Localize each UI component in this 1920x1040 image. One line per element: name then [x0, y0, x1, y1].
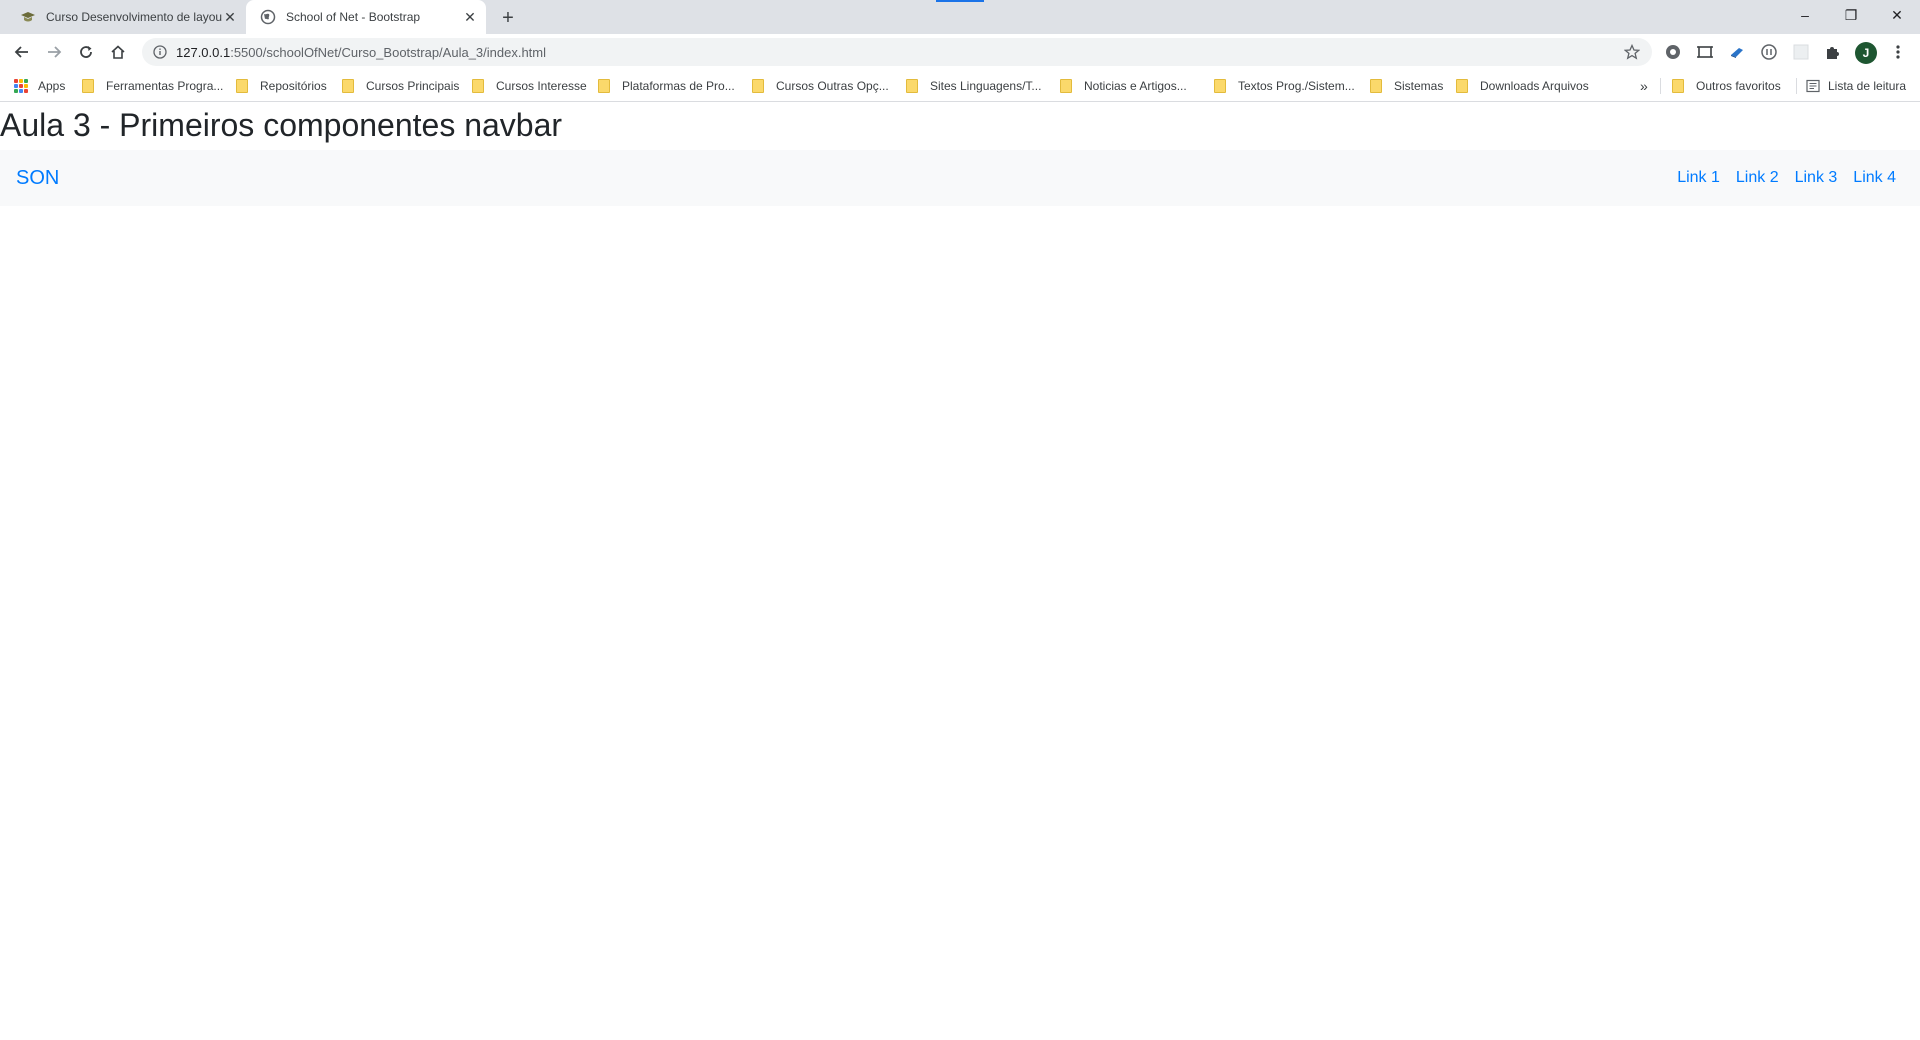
nav-link-3[interactable]: Link 3	[1787, 166, 1846, 190]
folder-icon	[472, 79, 484, 93]
globe-icon	[260, 9, 276, 25]
window-controls: – ❐ ✕	[1782, 0, 1920, 30]
folder-icon	[1456, 79, 1468, 93]
bookmark-label: Noticias e Artigos...	[1084, 79, 1187, 93]
bookmark-label: Cursos Outras Opç...	[776, 79, 889, 93]
bookmark-label: Repositórios	[260, 79, 327, 93]
navbar-links: Link 1 Link 2 Link 3 Link 4	[1669, 150, 1904, 206]
info-icon[interactable]	[152, 44, 168, 60]
folder-icon	[598, 79, 610, 93]
tab-curso-desenvolvimento[interactable]: Curso Desenvolvimento de layouts ✕	[0, 0, 246, 34]
bookmark-folder[interactable]: Noticias e Artigos...	[1060, 77, 1187, 95]
new-tab-button[interactable]: +	[496, 6, 520, 30]
nav-link-2[interactable]: Link 2	[1728, 166, 1787, 190]
nav-link-4[interactable]: Link 4	[1845, 166, 1904, 190]
back-button[interactable]	[8, 38, 36, 66]
bookmark-folder[interactable]: Repositórios	[236, 77, 327, 95]
folder-icon	[342, 79, 354, 93]
reading-list-button[interactable]: Lista de leitura	[1806, 77, 1906, 95]
url-text: 127.0.0.1:5500/schoolOfNet/Curso_Bootstr…	[176, 45, 1622, 60]
nav-link-1[interactable]: Link 1	[1669, 166, 1728, 190]
tab-strip: Curso Desenvolvimento de layouts ✕ Schoo…	[0, 0, 1920, 34]
tab-school-of-net[interactable]: School of Net - Bootstrap ✕	[246, 0, 486, 34]
extension-puzzle-gear-icon[interactable]	[1663, 42, 1683, 62]
bookmark-star-icon[interactable]	[1622, 42, 1642, 62]
folder-icon	[1672, 79, 1684, 93]
circle-extension-icon[interactable]	[1759, 42, 1779, 62]
bookmark-folder[interactable]: Sistemas	[1370, 77, 1443, 95]
bookmark-folder[interactable]: Plataformas de Pro...	[598, 77, 735, 95]
url-path: :5500/schoolOfNet/Curso_Bootstrap/Aula_3…	[230, 44, 547, 60]
tab-search-indicator	[936, 0, 984, 2]
home-button[interactable]	[104, 38, 132, 66]
forward-button[interactable]	[40, 38, 68, 66]
close-window-button[interactable]: ✕	[1874, 0, 1920, 30]
profile-avatar[interactable]: J	[1855, 42, 1877, 64]
minimize-button[interactable]: –	[1782, 0, 1828, 30]
bookmarks-bar: Apps Ferramentas Progra... Repositórios …	[0, 70, 1920, 102]
folder-icon	[1060, 79, 1072, 93]
apps-grid-icon	[14, 79, 28, 93]
bookmark-folder[interactable]: Cursos Outras Opç...	[752, 77, 889, 95]
bookmark-label: Cursos Interesse	[496, 79, 587, 93]
tab-title: School of Net - Bootstrap	[286, 10, 421, 24]
folder-icon	[1214, 79, 1226, 93]
bookmark-label: Plataformas de Pro...	[622, 79, 735, 93]
bookmarks-divider	[1796, 78, 1797, 94]
folder-icon	[1370, 79, 1382, 93]
restore-button[interactable]: ❐	[1828, 0, 1874, 30]
close-tab-icon[interactable]: ✕	[222, 9, 238, 25]
bookmark-folder[interactable]: Cursos Interesse	[472, 77, 587, 95]
bookmark-other-favorites[interactable]: Outros favoritos	[1672, 77, 1781, 95]
reload-button[interactable]	[72, 38, 100, 66]
folder-icon	[82, 79, 94, 93]
folder-icon	[236, 79, 248, 93]
bookmark-folder[interactable]: Downloads Arquivos	[1456, 77, 1589, 95]
bookmark-folder[interactable]: Cursos Principais	[342, 77, 459, 95]
blank-extension-icon[interactable]	[1791, 42, 1811, 62]
close-tab-icon[interactable]: ✕	[462, 9, 478, 25]
folder-icon	[906, 79, 918, 93]
bookmark-folder[interactable]: Sites Linguagens/T...	[906, 77, 1041, 95]
bookmark-label: Outros favoritos	[1696, 79, 1781, 93]
bookmark-label: Sistemas	[1394, 79, 1444, 93]
graduation-cap-icon	[20, 9, 36, 25]
arrow-left-icon	[14, 46, 28, 58]
bookmark-label: Ferramentas Progra...	[106, 79, 224, 93]
bookmarks-divider	[1660, 78, 1661, 94]
tab-title: Curso Desenvolvimento de layouts	[46, 10, 222, 24]
bookmark-label: Downloads Arquivos	[1480, 79, 1589, 93]
page-title: Aula 3 - Primeiros componentes navbar	[0, 107, 563, 143]
navbar: SON Link 1 Link 2 Link 3 Link 4	[0, 150, 1920, 206]
folder-icon	[752, 79, 764, 93]
page-viewport: Aula 3 - Primeiros componentes navbar SO…	[0, 103, 1920, 1040]
screenshot-extension-icon[interactable]	[1695, 42, 1715, 62]
address-bar[interactable]: 127.0.0.1:5500/schoolOfNet/Curso_Bootstr…	[142, 38, 1652, 66]
bookmark-label: Sites Linguagens/T...	[930, 79, 1042, 93]
bookmarks-overflow-button[interactable]: »	[1640, 77, 1648, 95]
bookmark-folder[interactable]: Ferramentas Progra...	[82, 77, 223, 95]
bookmark-label: Apps	[38, 79, 66, 93]
reload-icon	[80, 46, 92, 58]
bookmark-label: Textos Prog./Sistem...	[1238, 79, 1355, 93]
navbar-brand-link[interactable]: SON	[16, 163, 59, 193]
arrow-right-icon	[48, 46, 62, 58]
cloud-extension-icon[interactable]	[1727, 42, 1747, 62]
bookmark-label: Cursos Principais	[366, 79, 460, 93]
bookmark-apps[interactable]: Apps	[14, 77, 65, 95]
reading-list-icon	[1806, 79, 1820, 93]
menu-kebab-icon[interactable]	[1888, 42, 1908, 62]
extensions-puzzle-icon[interactable]	[1823, 42, 1843, 62]
home-icon	[111, 45, 125, 59]
url-host: 127.0.0.1	[176, 44, 231, 60]
bookmark-label: Lista de leitura	[1828, 79, 1907, 93]
browser-toolbar: 127.0.0.1:5500/schoolOfNet/Curso_Bootstr…	[0, 34, 1920, 70]
bookmark-folder[interactable]: Textos Prog./Sistem...	[1214, 77, 1355, 95]
